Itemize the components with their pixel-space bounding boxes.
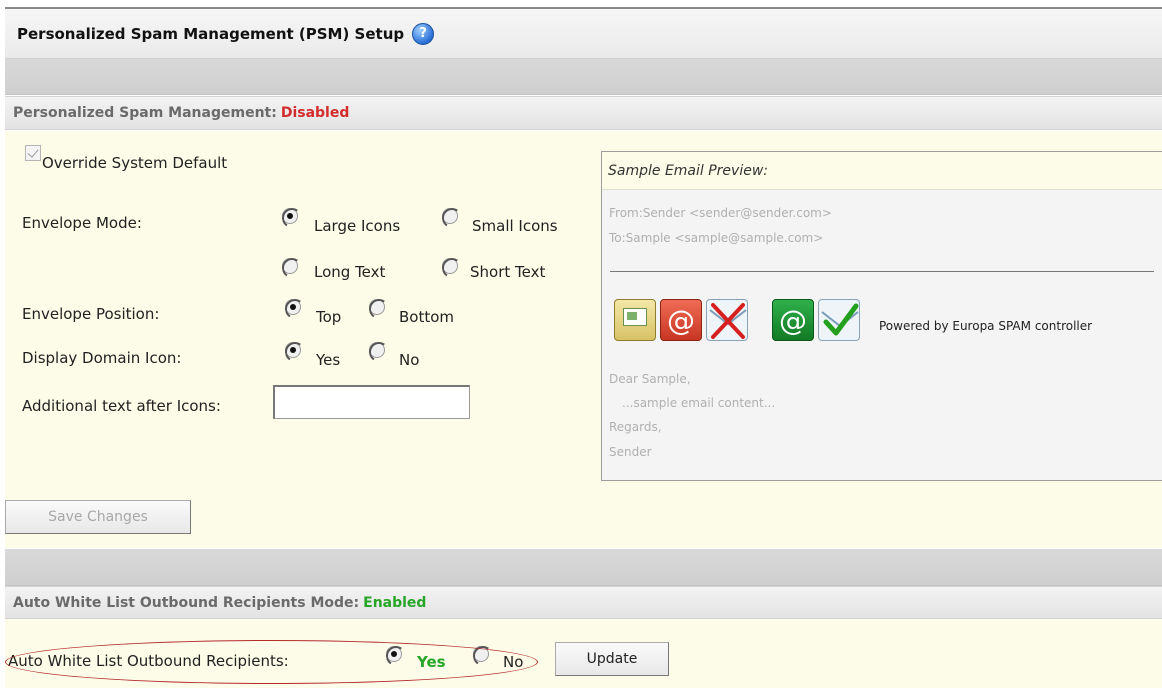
radio-domain-yes[interactable]	[285, 342, 301, 358]
awl-status-badge: Enabled	[363, 594, 427, 611]
envelope-icon	[614, 299, 656, 341]
preview-body-line: Dear Sample,	[609, 372, 691, 386]
psm-section-label: Personalized Spam Management:	[13, 105, 277, 121]
psm-status-badge: Disabled	[280, 105, 350, 121]
preview-body-line: ...sample email content...	[622, 396, 776, 410]
psm-section-header: Personalized Spam Management: Disabled	[5, 96, 1162, 130]
powered-by-text: Powered by Europa SPAM controller	[879, 319, 1093, 333]
display-domain-icon-label: Display Domain Icon:	[22, 349, 182, 367]
preview-body-line: Sender	[609, 445, 652, 459]
radio-position-top[interactable]	[285, 299, 301, 315]
spacer-band	[5, 549, 1162, 586]
preview-title: Sample Email Preview:	[602, 152, 1162, 190]
preview-from: From:Sender <sender@sender.com>	[609, 206, 832, 220]
radio-position-top-label: Top	[316, 308, 342, 326]
page-header: Personalized Spam Management (PSM) Setup…	[5, 9, 1162, 59]
additional-text-input[interactable]	[273, 385, 470, 419]
radio-domain-no-label: No	[399, 351, 420, 369]
radio-large-icons[interactable]	[282, 208, 298, 224]
spacer-band	[5, 59, 1162, 95]
help-icon[interactable]: ?	[412, 22, 435, 45]
preview-body-line: Regards,	[609, 420, 662, 434]
radio-domain-no[interactable]	[369, 342, 385, 358]
email-preview: Sample Email Preview: From:Sender <sende…	[601, 151, 1162, 481]
awl-section-header: Auto White List Outbound Recipients Mode…	[5, 586, 1162, 619]
additional-text-label: Additional text after Icons:	[22, 397, 221, 415]
envelope-mode-label: Envelope Mode:	[22, 214, 142, 232]
at-sign-green-icon: @	[772, 299, 814, 341]
radio-small-icons[interactable]	[442, 208, 458, 224]
radio-large-icons-label: Large Icons	[314, 217, 401, 235]
page-title: Personalized Spam Management (PSM) Setup	[17, 24, 405, 43]
envelope-position-label: Envelope Position:	[22, 305, 160, 323]
approved-envelope-icon	[818, 299, 860, 341]
preview-to: To:Sample <sample@sample.com>	[609, 231, 824, 245]
save-changes-button[interactable]: Save Changes	[5, 500, 191, 534]
override-default-label: Override System Default	[42, 154, 228, 172]
radio-domain-yes-label: Yes	[316, 351, 341, 369]
at-sign-red-icon: @	[660, 299, 702, 341]
update-button[interactable]: Update	[555, 642, 669, 676]
preview-divider	[610, 271, 1154, 272]
radio-long-text-label: Long Text	[314, 263, 386, 281]
radio-long-text[interactable]	[282, 258, 298, 274]
radio-position-bottom[interactable]	[369, 299, 385, 315]
awl-section-label: Auto White List Outbound Recipients Mode…	[13, 594, 360, 611]
radio-small-icons-label: Small Icons	[472, 217, 558, 235]
radio-short-text-label: Short Text	[470, 263, 546, 281]
blocked-envelope-icon	[706, 299, 748, 341]
radio-short-text[interactable]	[442, 258, 458, 274]
override-default-checkbox[interactable]	[25, 145, 41, 161]
highlight-ellipse	[5, 640, 538, 684]
radio-position-bottom-label: Bottom	[399, 308, 455, 326]
